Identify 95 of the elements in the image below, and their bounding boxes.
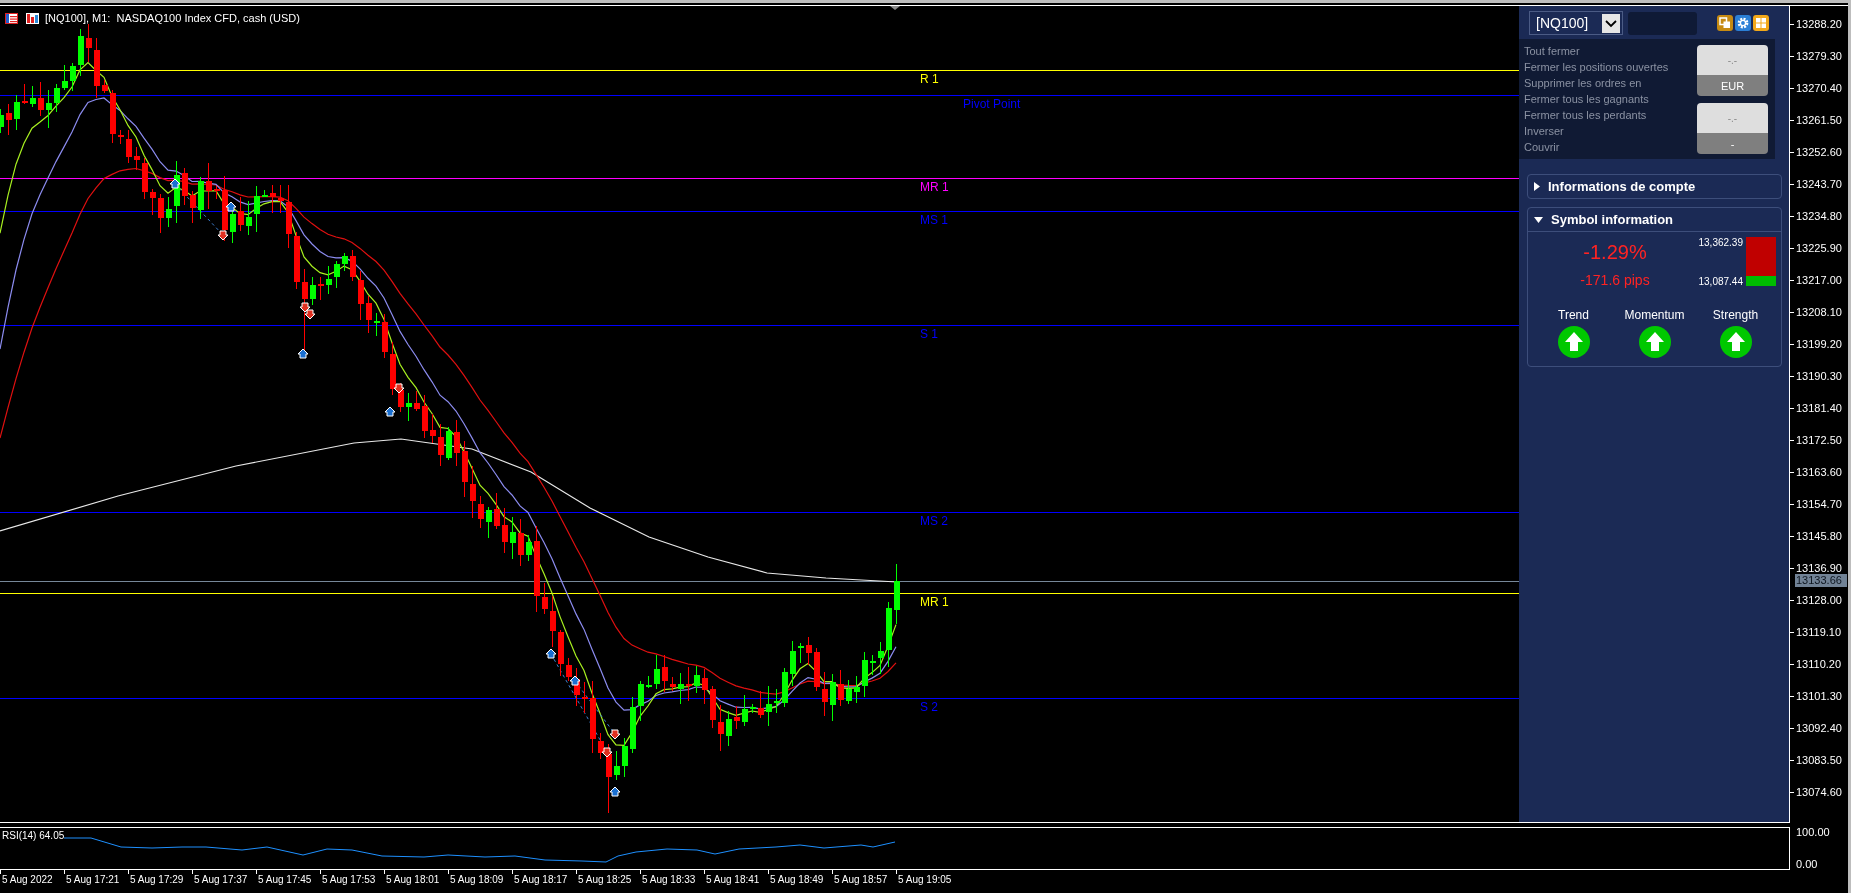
up-arrow-marker-icon: [225, 201, 237, 212]
time-tick-label: 5 Aug 18:33: [640, 870, 704, 887]
pivot-label: MS 2: [920, 514, 948, 528]
price-tick-label: 13252.60: [1790, 146, 1848, 158]
time-tick-label: 5 Aug 18:09: [448, 870, 512, 887]
rsi-tick-label: 100.00: [1795, 826, 1831, 838]
symbol-dropdown[interactable]: [NQ100]: [1529, 11, 1623, 35]
change-pips: -171.6 pips: [1580, 271, 1650, 289]
time-tick-label: 5 Aug 2022: [0, 870, 64, 887]
time-tick-label: 5 Aug 18:25: [576, 870, 640, 887]
price-tick-label: 13190.30: [1790, 370, 1848, 382]
down-arrow-marker-icon: [609, 729, 621, 740]
action-item[interactable]: Inverser: [1524, 123, 1669, 139]
currency-display: -: [1697, 133, 1768, 154]
change-percent: -1.29%: [1583, 240, 1647, 264]
price-tick-label: 13172.50: [1790, 434, 1848, 446]
table-icon: [5, 12, 18, 24]
time-tick-label: 5 Aug 17:21: [64, 870, 128, 887]
down-arrow-marker-icon: [299, 302, 311, 313]
price-tick-label: 13136.90: [1790, 562, 1848, 574]
price-tick-label: 13279.30: [1790, 50, 1848, 62]
time-tick-label: 5 Aug 18:57: [832, 870, 896, 887]
price-tick-label: 13092.40: [1790, 722, 1848, 734]
action-item[interactable]: Fermer les positions ouvertes: [1524, 59, 1669, 75]
price-tick-label: 13083.50: [1790, 754, 1848, 766]
copy-icon[interactable]: [1717, 15, 1733, 31]
price-tick-label: 13181.40: [1790, 402, 1848, 414]
up-arrow-marker-icon: [569, 675, 581, 686]
pivot-label: MS 1: [920, 213, 948, 227]
up-arrow-marker-icon: [297, 348, 309, 359]
time-tick-label: 5 Aug 18:49: [768, 870, 832, 887]
price-tick-label: 13288.20: [1790, 18, 1848, 30]
up-arrow-marker-icon: [545, 648, 557, 659]
pivot-label: MR 1: [920, 180, 949, 194]
accordion-header[interactable]: Symbol information: [1528, 208, 1781, 232]
action-item[interactable]: Supprimer les ordres en: [1524, 75, 1669, 91]
price-tick-label: 13128.00: [1790, 594, 1848, 606]
indicator-label: Strength: [1712, 308, 1759, 322]
up-arrow-marker-icon: [384, 406, 396, 417]
down-arrow-marker-icon: [393, 383, 405, 394]
up-arrow-marker-icon: [609, 786, 621, 797]
time-tick-label: 5 Aug 18:17: [512, 870, 576, 887]
chart-title: [NQ100], M1: NASDAQ100 Index CFD, cash (USD): [45, 11, 300, 25]
time-tick-label: 5 Aug 18:41: [704, 870, 768, 887]
price-tick-label: 13119.10: [1790, 626, 1848, 638]
grid-icon[interactable]: [1753, 15, 1769, 31]
action-item[interactable]: Tout fermer: [1524, 43, 1669, 59]
pivot-label: MR 1: [920, 595, 949, 609]
action-item[interactable]: Fermer tous les gagnants: [1524, 91, 1669, 107]
settings-icon[interactable]: [1735, 15, 1751, 31]
down-arrow-marker-icon: [217, 230, 229, 241]
triangle-marker-icon: [890, 6, 900, 10]
high-price: 13,362.39: [1698, 237, 1743, 249]
price-tick-label: 13110.20: [1790, 658, 1848, 670]
time-tick-label: 5 Aug 19:05: [896, 870, 960, 887]
price-tick-label: 13243.70: [1790, 178, 1848, 190]
low-price: 13,087.44: [1698, 276, 1743, 288]
amount-display: -.-: [1697, 45, 1768, 75]
pivot-label: S 2: [920, 700, 938, 714]
price-tick-label: 13234.80: [1790, 210, 1848, 222]
price-tick-label: 13225.90: [1790, 242, 1848, 254]
time-tick-label: 5 Aug 17:29: [128, 870, 192, 887]
action-item[interactable]: Fermer tous les perdants: [1524, 107, 1669, 123]
accordion-header[interactable]: Informations de compte: [1528, 175, 1781, 198]
price-tick-label: 13101.30: [1790, 690, 1848, 702]
pivot-label: S 1: [920, 327, 938, 341]
chevron-down-icon: [1602, 13, 1620, 33]
price-tick-label: 13270.40: [1790, 82, 1848, 94]
price-tick-label: 13074.60: [1790, 786, 1848, 798]
time-tick-label: 5 Aug 17:45: [256, 870, 320, 887]
price-tick-label: 13261.50: [1790, 114, 1848, 126]
pivot-label: R 1: [920, 72, 939, 86]
price-tick-label: 13199.20: [1790, 338, 1848, 350]
time-tick-label: 5 Aug 18:01: [384, 870, 448, 887]
bar-chart-icon: [26, 12, 39, 24]
rsi-label: RSI(14) 64.05: [2, 830, 65, 842]
indicator-label: Momentum: [1624, 308, 1685, 322]
down-arrow-marker-icon: [601, 747, 613, 758]
price-tick-label: 13163.60: [1790, 466, 1848, 478]
price-tick-label: 13154.70: [1790, 498, 1848, 510]
time-tick-label: 5 Aug 17:37: [192, 870, 256, 887]
price-tick-label: 13145.80: [1790, 530, 1848, 542]
rsi-tick-label: 0.00: [1795, 858, 1819, 870]
amount-display: -.-: [1697, 103, 1768, 133]
time-tick-label: 5 Aug 17:53: [320, 870, 384, 887]
pivot-label: Pivot Point: [963, 97, 1021, 111]
price-tick-label: 13217.00: [1790, 274, 1848, 286]
up-arrow-marker-icon: [169, 178, 181, 189]
currency-display: EUR: [1697, 75, 1768, 96]
indicator-label: Trend: [1558, 308, 1589, 322]
action-item[interactable]: Couvrir: [1524, 139, 1669, 155]
price-tick-label: 13208.10: [1790, 306, 1848, 318]
current-price-label: 13133.66: [1795, 574, 1847, 587]
down-arrow-marker-icon: [304, 309, 316, 320]
input-field[interactable]: [1628, 11, 1697, 35]
